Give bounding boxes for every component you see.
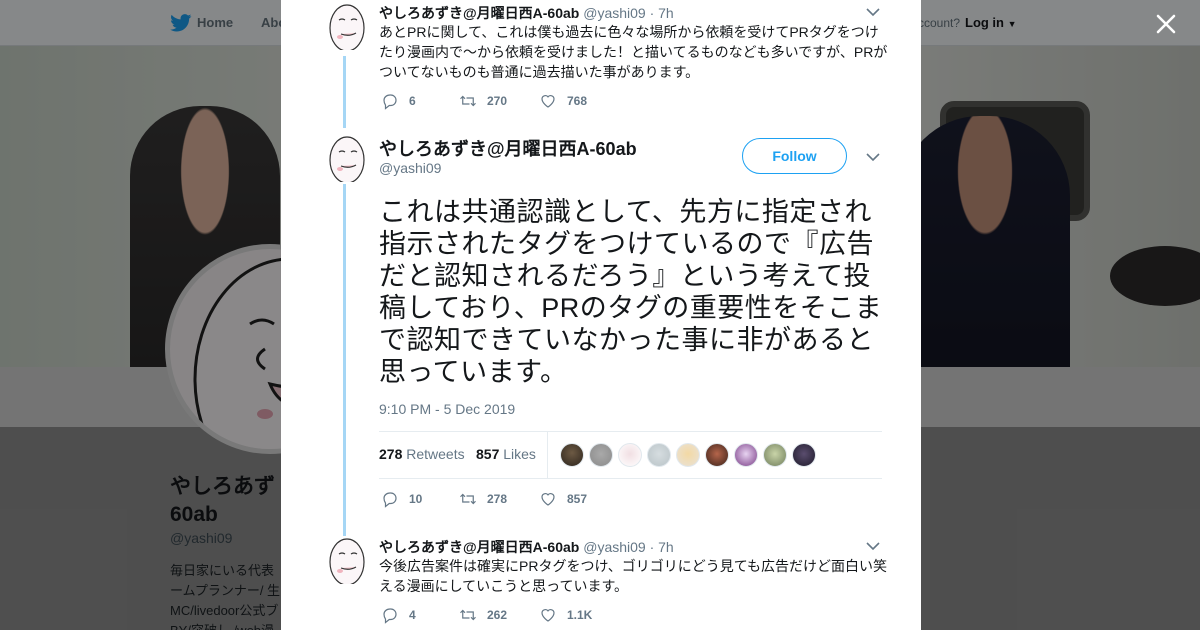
tweet-header[interactable]: やしろあずき@月曜日西A-60ab @yashi09 · 7h bbox=[379, 537, 674, 557]
tweet-text: これは共通認識として、先方に指定され指示されたタグをつけているので『広告だと認知… bbox=[379, 197, 883, 387]
tweet-text: 今後広告案件は確実にPRタグをつけ、ゴリゴリにどう見ても広告だけど面白い笑える漫… bbox=[379, 558, 888, 594]
liker-avatar[interactable] bbox=[676, 443, 700, 467]
reply-count: 10 bbox=[409, 492, 423, 506]
author-handle[interactable]: @yashi09 bbox=[379, 160, 441, 176]
tweet-time[interactable]: · 7h bbox=[650, 539, 674, 555]
retweet-icon bbox=[460, 493, 476, 505]
chevron-down-icon[interactable] bbox=[866, 541, 880, 551]
like-count: 857 bbox=[567, 492, 588, 506]
retweets-stat-count: 278 bbox=[379, 446, 403, 462]
tweet-actions: 6 270 768 bbox=[379, 92, 639, 112]
avatar[interactable] bbox=[321, 2, 369, 50]
author-name[interactable]: やしろあずき@月曜日西A-60ab bbox=[379, 5, 579, 21]
reply-count: 4 bbox=[409, 608, 416, 622]
liker-avatar[interactable] bbox=[734, 443, 758, 467]
reply-button[interactable]: 6 bbox=[381, 92, 416, 110]
liker-avatar[interactable] bbox=[589, 443, 613, 467]
avatar[interactable] bbox=[321, 134, 369, 182]
like-icon bbox=[541, 609, 555, 622]
tweet-text: あとPRに関して、これは僕も過去に色々な場所から依頼を受けてPRタグをつけたり漫… bbox=[379, 24, 888, 80]
reply-button[interactable]: 4 bbox=[381, 606, 416, 624]
like-count: 768 bbox=[567, 94, 588, 108]
retweets-stat-label: Retweets bbox=[406, 446, 465, 462]
reply-icon bbox=[383, 608, 397, 624]
like-icon bbox=[541, 95, 555, 108]
like-button[interactable]: 1.1K bbox=[539, 606, 592, 624]
like-button[interactable]: 768 bbox=[539, 92, 587, 110]
follow-button[interactable]: Follow bbox=[742, 138, 847, 174]
retweets-stat[interactable]: 278 Retweets bbox=[379, 446, 465, 462]
retweet-count: 278 bbox=[487, 492, 508, 506]
reply-icon bbox=[383, 492, 397, 508]
retweet-button[interactable]: 278 bbox=[459, 490, 507, 508]
reply-icon bbox=[383, 94, 397, 110]
retweet-count: 270 bbox=[487, 94, 508, 108]
retweet-button[interactable]: 262 bbox=[459, 606, 507, 624]
like-button[interactable]: 857 bbox=[539, 490, 587, 508]
author-name[interactable]: やしろあずき@月曜日西A-60ab bbox=[379, 135, 637, 161]
liker-avatar[interactable] bbox=[560, 443, 584, 467]
tweet-time[interactable]: · 7h bbox=[650, 5, 674, 21]
tweet-permalink-modal: やしろあずき@月曜日西A-60ab @yashi09 · 7h あとPRに関して… bbox=[281, 0, 921, 630]
chevron-down-icon[interactable] bbox=[866, 7, 880, 17]
likes-stat-label: Likes bbox=[503, 446, 536, 462]
reply-count: 6 bbox=[409, 94, 416, 108]
tweet-timestamp[interactable]: 9:10 PM - 5 Dec 2019 bbox=[379, 401, 515, 417]
author-handle[interactable]: @yashi09 bbox=[583, 5, 645, 21]
liker-avatar[interactable] bbox=[647, 443, 671, 467]
author-handle[interactable]: @yashi09 bbox=[583, 539, 645, 555]
thread-line bbox=[343, 184, 346, 536]
retweet-button[interactable]: 270 bbox=[459, 92, 507, 110]
retweet-icon bbox=[460, 95, 476, 107]
avatar[interactable] bbox=[321, 536, 369, 584]
author-name[interactable]: やしろあずき@月曜日西A-60ab bbox=[379, 539, 579, 555]
liker-avatar[interactable] bbox=[618, 443, 642, 467]
tweet-stats: 278 Retweets 857 Likes bbox=[379, 431, 882, 479]
liker-avatar[interactable] bbox=[792, 443, 816, 467]
liker-avatar[interactable] bbox=[705, 443, 729, 467]
close-icon[interactable] bbox=[1154, 12, 1178, 36]
thread-line bbox=[343, 56, 346, 128]
retweet-count: 262 bbox=[487, 608, 508, 622]
like-count: 1.1K bbox=[567, 608, 593, 622]
likes-stat[interactable]: 857 Likes bbox=[476, 446, 536, 462]
likes-stat-count: 857 bbox=[476, 446, 500, 462]
reply-button[interactable]: 10 bbox=[381, 490, 422, 508]
chevron-down-icon[interactable] bbox=[866, 152, 880, 162]
stats-divider bbox=[547, 432, 548, 478]
retweet-icon bbox=[460, 609, 476, 621]
tweet-actions: 10 278 857 bbox=[379, 490, 639, 510]
tweet-header[interactable]: やしろあずき@月曜日西A-60ab @yashi09 · 7h bbox=[379, 3, 674, 23]
tweet-actions: 4 262 1.1K bbox=[379, 606, 639, 626]
like-icon bbox=[541, 493, 555, 506]
liker-avatar[interactable] bbox=[763, 443, 787, 467]
